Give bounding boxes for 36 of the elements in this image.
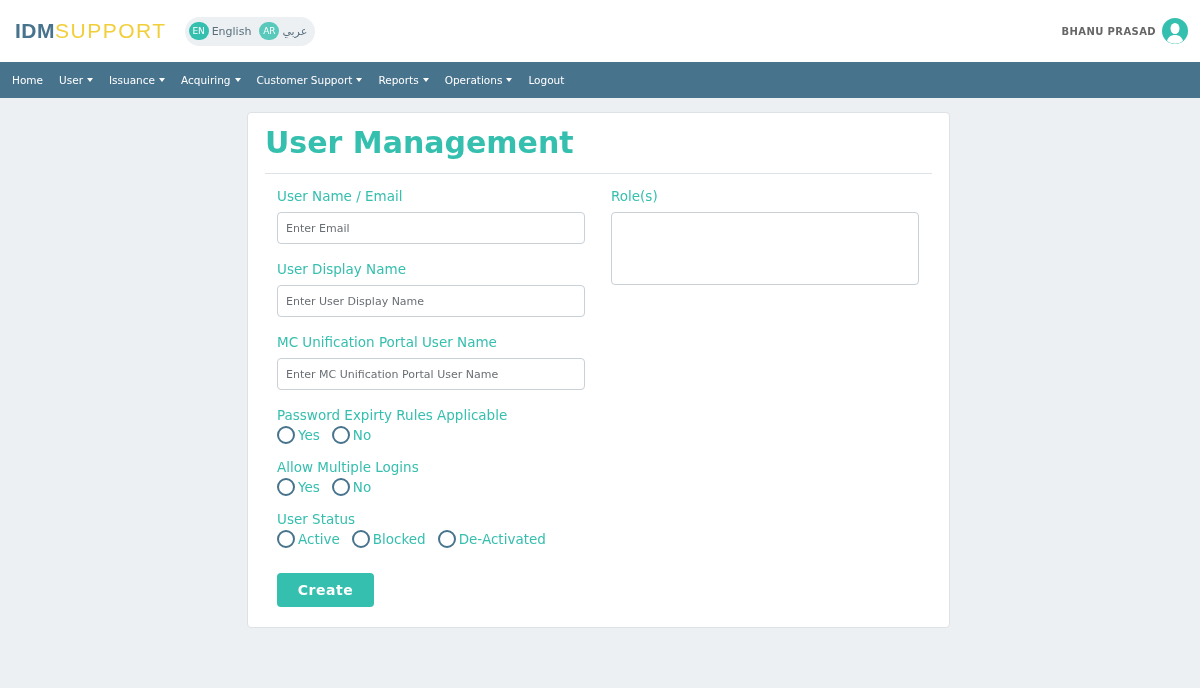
- language-button[interactable]: EN English: [188, 22, 252, 40]
- user-name: BHANU PRASAD: [1061, 25, 1156, 37]
- radio-icon[interactable]: [277, 530, 295, 548]
- radio-icon[interactable]: [277, 478, 295, 496]
- caret-icon: [158, 78, 165, 82]
- roles-field[interactable]: [611, 212, 919, 285]
- nav-link[interactable]: Operations: [436, 74, 521, 86]
- caret-icon: [506, 78, 513, 82]
- input-field[interactable]: Enter Email: [277, 212, 585, 244]
- radio-group-label: Allow Multiple Logins: [277, 459, 420, 475]
- radio-icon[interactable]: [437, 530, 456, 548]
- nav-link[interactable]: Home: [4, 74, 51, 86]
- radio-icon[interactable]: [331, 478, 350, 496]
- input-field[interactable]: Enter User Display Name: [277, 285, 585, 317]
- field-label: User Name / Email: [277, 188, 404, 204]
- nav-link[interactable]: Logout: [520, 74, 573, 86]
- caret-icon: [86, 78, 93, 82]
- logo-text: IDMSUPPORT: [15, 19, 167, 43]
- radio-group-label: Password Expirty Rules Applicable: [277, 407, 509, 423]
- nav-link[interactable]: Issuance: [100, 74, 173, 86]
- input-field[interactable]: Enter MC Unification Portal User Name: [277, 358, 585, 390]
- nav-link[interactable]: Customer Support: [248, 74, 371, 86]
- radio-icon[interactable]: [277, 426, 295, 444]
- radio-icon[interactable]: [331, 426, 350, 444]
- field-label: User Display Name: [277, 261, 407, 277]
- field-label: Role(s): [611, 188, 659, 204]
- nav-link[interactable]: User: [51, 74, 101, 86]
- nav-link[interactable]: Reports: [370, 74, 437, 86]
- page-title: User Management: [265, 125, 932, 174]
- radio-icon[interactable]: [351, 530, 370, 548]
- field-label: MC Unification Portal User Name: [277, 334, 498, 350]
- nav-link[interactable]: Acquiring: [172, 74, 249, 86]
- caret-icon: [422, 78, 429, 82]
- caret-icon: [234, 78, 241, 82]
- caret-icon: [356, 78, 363, 82]
- radio-group-label: User Status: [277, 511, 357, 527]
